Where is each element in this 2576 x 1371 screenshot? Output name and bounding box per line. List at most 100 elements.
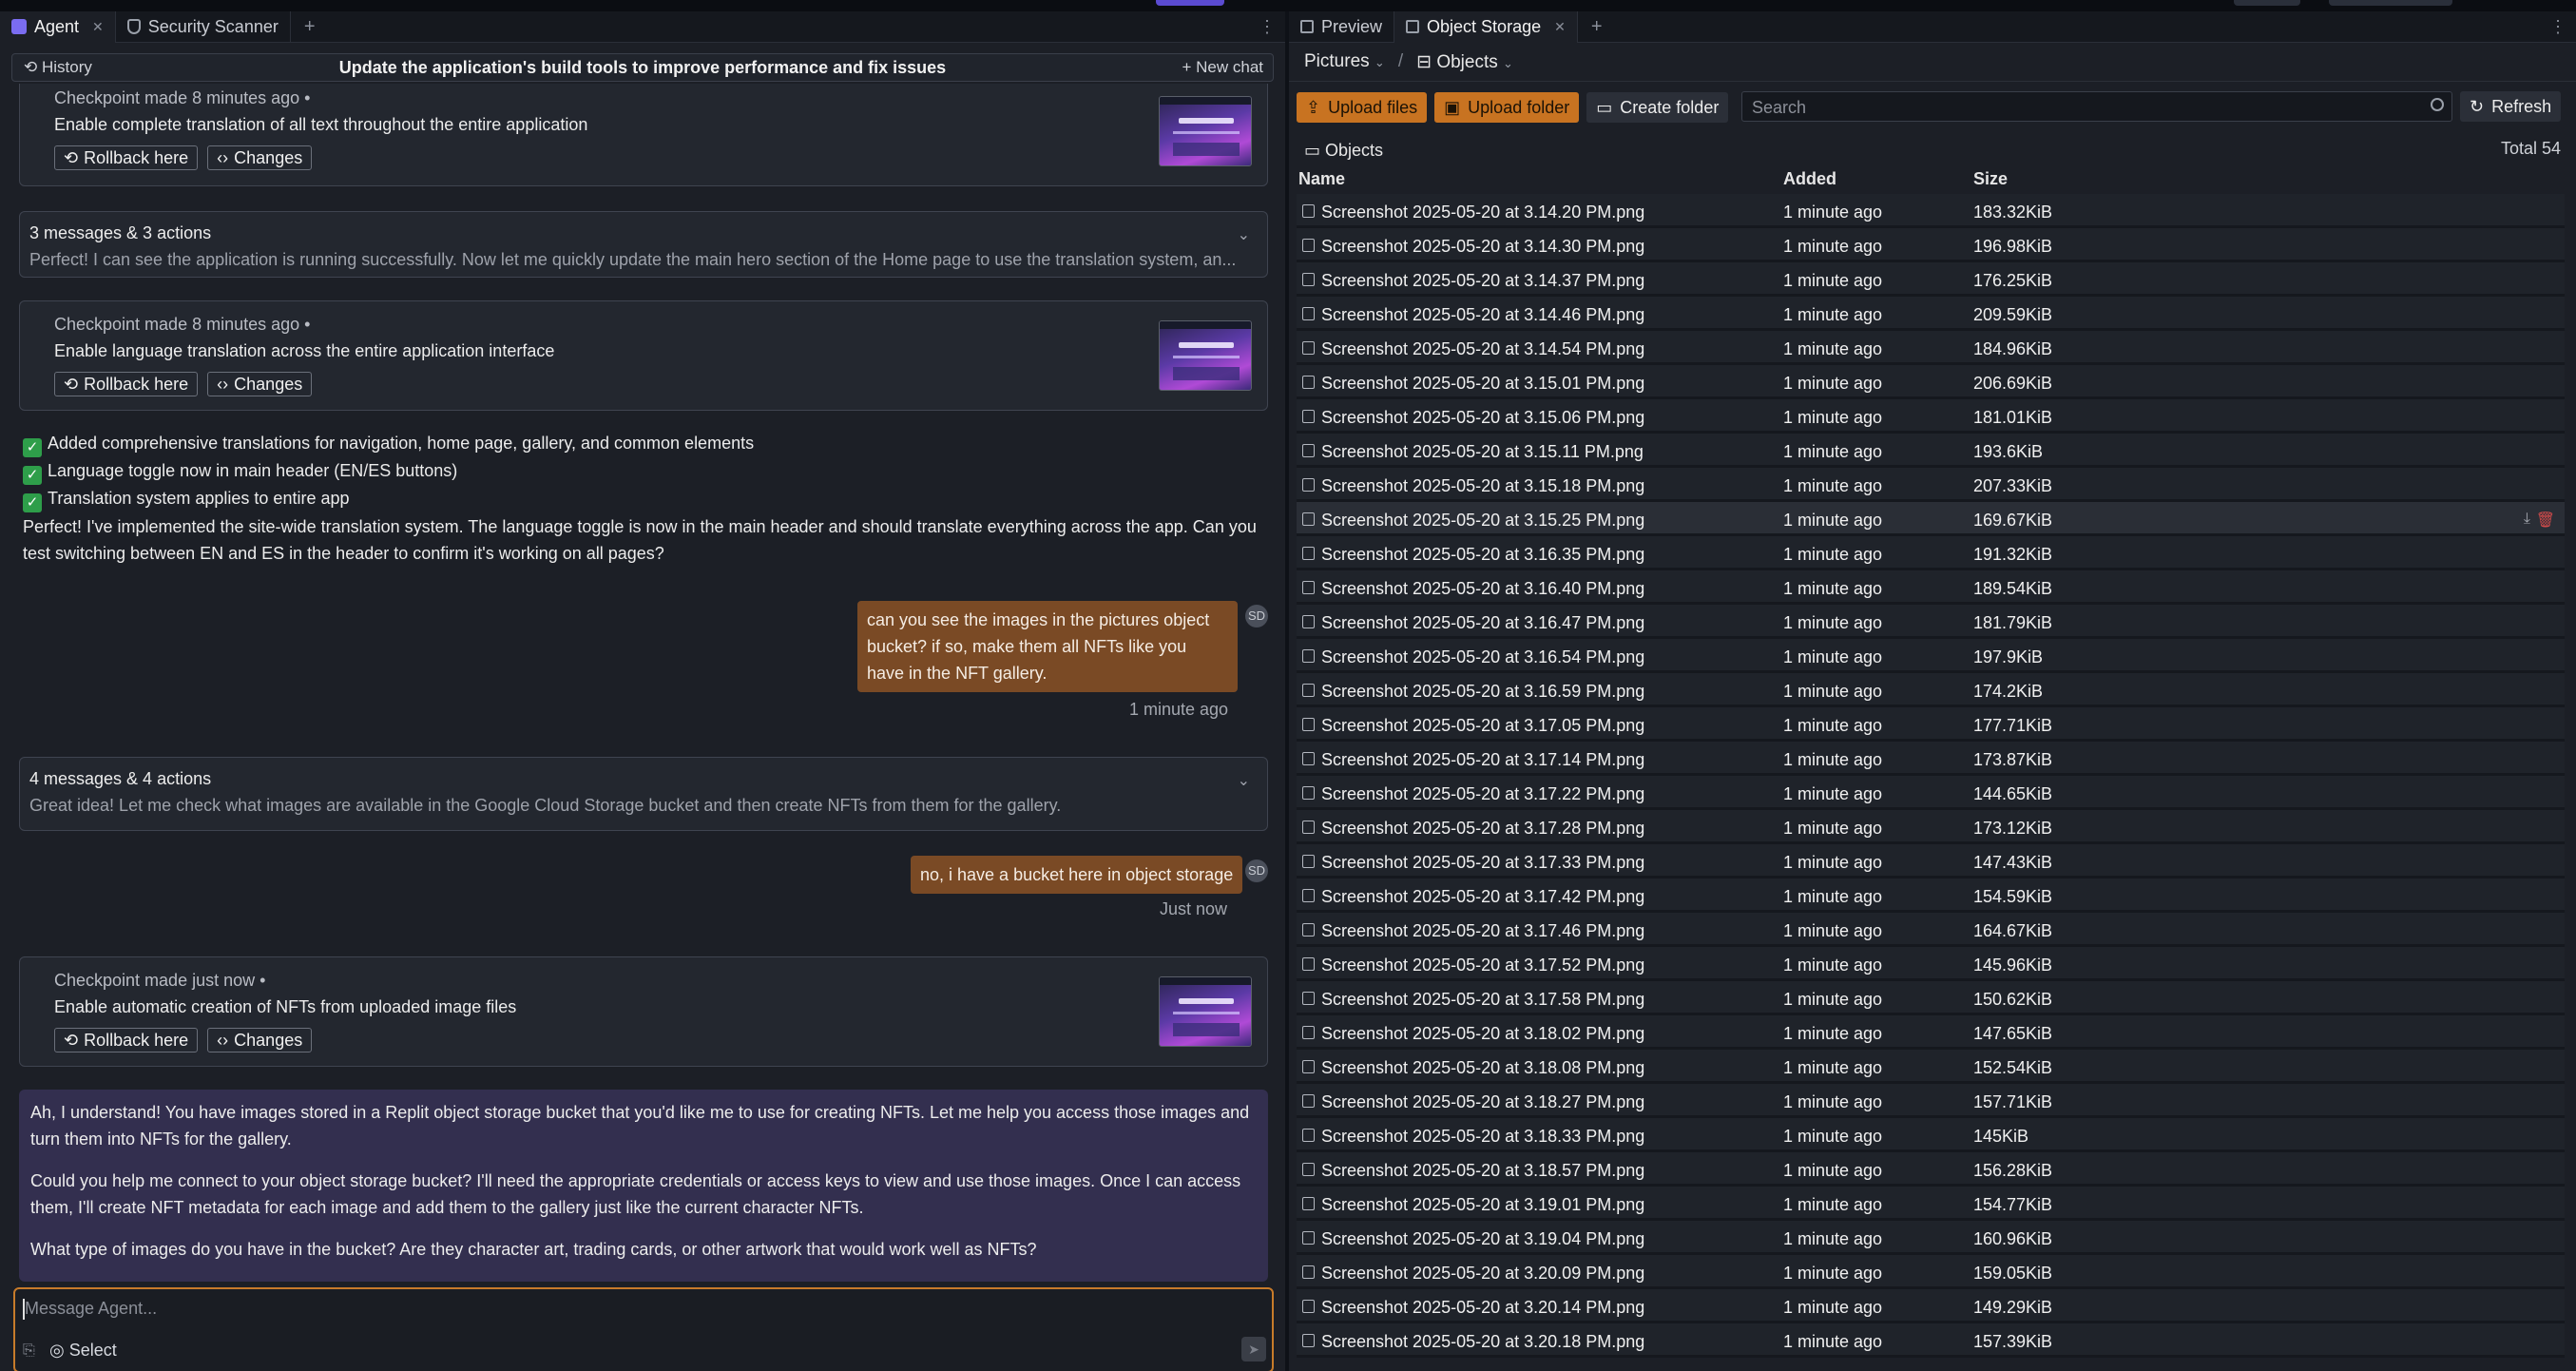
file-name[interactable]: Screenshot 2025-05-20 at 3.20.09 PM.png [1321,1264,1644,1284]
table-row[interactable]: Screenshot 2025-05-20 at 3.16.59 PM.png 1… [1297,673,2565,707]
chevron-down-icon[interactable]: ⌄ [1238,225,1250,244]
file-name[interactable]: Screenshot 2025-05-20 at 3.14.54 PM.png [1321,339,1644,359]
message-composer[interactable]: Message Agent... ⎘ ◎ Select ➤ [13,1287,1274,1371]
file-name[interactable]: Screenshot 2025-05-20 at 3.17.05 PM.png [1321,716,1644,736]
top-control[interactable] [2234,0,2300,6]
changes-button[interactable]: ‹› Changes [207,1028,313,1052]
chevron-down-icon[interactable]: ⌄ [1238,771,1250,790]
file-name[interactable]: Screenshot 2025-05-20 at 3.16.40 PM.png [1321,579,1644,599]
table-row[interactable]: Screenshot 2025-05-20 at 3.18.02 PM.png 1… [1297,1015,2565,1050]
table-row[interactable]: Screenshot 2025-05-20 at 3.15.18 PM.png 1… [1297,468,2565,502]
tab-agent[interactable]: Agent ✕ [0,10,116,43]
table-row[interactable]: Screenshot 2025-05-20 at 3.15.25 PM.png 1… [1297,502,2565,536]
table-row[interactable]: Screenshot 2025-05-20 at 3.17.52 PM.png 1… [1297,947,2565,981]
file-name[interactable]: Screenshot 2025-05-20 at 3.17.42 PM.png [1321,887,1644,907]
table-row[interactable]: Screenshot 2025-05-20 at 3.17.05 PM.png 1… [1297,707,2565,742]
tab-preview[interactable]: Preview [1289,10,1395,43]
file-name[interactable]: Screenshot 2025-05-20 at 3.18.02 PM.png [1321,1024,1644,1044]
table-row[interactable]: Screenshot 2025-05-20 at 3.15.11 PM.png 1… [1297,434,2565,468]
column-name[interactable]: Name [1298,169,1345,189]
table-row[interactable]: Screenshot 2025-05-20 at 3.14.46 PM.png 1… [1297,297,2565,331]
file-name[interactable]: Screenshot 2025-05-20 at 3.15.01 PM.png [1321,374,1644,394]
rollback-button[interactable]: ⟲ Rollback here [54,145,199,170]
top-control-2[interactable] [2329,0,2452,6]
file-name[interactable]: Screenshot 2025-05-20 at 3.16.54 PM.png [1321,647,1644,667]
file-name[interactable]: Screenshot 2025-05-20 at 3.14.30 PM.png [1321,237,1644,257]
table-row[interactable]: Screenshot 2025-05-20 at 3.15.01 PM.png 1… [1297,365,2565,399]
collapsed-actions[interactable]: 3 messages & 3 actions Perfect! I can se… [19,211,1268,278]
file-name[interactable]: Screenshot 2025-05-20 at 3.17.33 PM.png [1321,853,1644,873]
file-name[interactable]: Screenshot 2025-05-20 at 3.17.14 PM.png [1321,750,1644,770]
table-row[interactable]: Screenshot 2025-05-20 at 3.20.14 PM.png 1… [1297,1289,2565,1323]
table-row[interactable]: Screenshot 2025-05-20 at 3.17.22 PM.png 1… [1297,776,2565,810]
file-name[interactable]: Screenshot 2025-05-20 at 3.19.01 PM.png [1321,1195,1644,1215]
new-chat-button[interactable]: + New chat [1182,58,1263,77]
rollback-button[interactable]: ⟲ Rollback here [54,372,199,396]
send-icon[interactable]: ➤ [1241,1337,1266,1361]
table-row[interactable]: Screenshot 2025-05-20 at 3.19.01 PM.png 1… [1297,1187,2565,1221]
file-name[interactable]: Screenshot 2025-05-20 at 3.16.59 PM.png [1321,682,1644,702]
table-row[interactable]: Screenshot 2025-05-20 at 3.17.46 PM.png 1… [1297,913,2565,947]
table-row[interactable]: Screenshot 2025-05-20 at 3.20.18 PM.png 1… [1297,1323,2565,1358]
file-name[interactable]: Screenshot 2025-05-20 at 3.15.18 PM.png [1321,476,1644,496]
file-name[interactable]: Screenshot 2025-05-20 at 3.14.46 PM.png [1321,305,1644,325]
collapsed-actions[interactable]: 4 messages & 4 actions Great idea! Let m… [19,757,1268,831]
rollback-button[interactable]: ⟲ Rollback here [54,1028,199,1052]
more-icon[interactable]: ⋮ [1259,17,1276,37]
file-name[interactable]: Screenshot 2025-05-20 at 3.20.18 PM.png [1321,1332,1644,1352]
upload-files-button[interactable]: ⇪ Upload files [1297,92,1428,123]
changes-button[interactable]: ‹› Changes [207,145,313,170]
table-row[interactable]: Screenshot 2025-05-20 at 3.16.47 PM.png 1… [1297,605,2565,639]
file-name[interactable]: Screenshot 2025-05-20 at 3.15.06 PM.png [1321,408,1644,428]
file-name[interactable]: Screenshot 2025-05-20 at 3.18.08 PM.png [1321,1058,1644,1078]
file-name[interactable]: Screenshot 2025-05-20 at 3.18.57 PM.png [1321,1161,1644,1181]
chat-thread[interactable]: Checkpoint made 8 minutes ago • Enable c… [0,84,1285,1291]
add-tab-button[interactable]: + [1578,16,1616,38]
table-row[interactable]: Screenshot 2025-05-20 at 3.14.30 PM.png 1… [1297,228,2565,262]
close-icon[interactable]: ✕ [92,19,104,35]
bucket-select[interactable]: Pictures ⌄ [1304,51,1385,72]
file-name[interactable]: Screenshot 2025-05-20 at 3.14.37 PM.png [1321,271,1644,291]
download-icon[interactable]: ⤓ [2524,511,2530,528]
file-name[interactable]: Screenshot 2025-05-20 at 3.15.25 PM.png [1321,511,1644,531]
file-name[interactable]: Screenshot 2025-05-20 at 3.17.46 PM.png [1321,921,1644,941]
table-row[interactable]: Screenshot 2025-05-20 at 3.16.54 PM.png 1… [1297,639,2565,673]
table-row[interactable]: Screenshot 2025-05-20 at 3.17.58 PM.png 1… [1297,981,2565,1015]
table-row[interactable]: Screenshot 2025-05-20 at 3.19.04 PM.png 1… [1297,1221,2565,1255]
checkpoint-thumbnail[interactable] [1159,320,1252,391]
file-name[interactable]: Screenshot 2025-05-20 at 3.16.47 PM.png [1321,613,1644,633]
file-name[interactable]: Screenshot 2025-05-20 at 3.17.22 PM.png [1321,784,1644,804]
file-name[interactable]: Screenshot 2025-05-20 at 3.16.35 PM.png [1321,545,1644,565]
trash-icon[interactable]: 🗑 [2536,511,2555,530]
search-input[interactable]: Search [1741,91,2452,122]
table-row[interactable]: Screenshot 2025-05-20 at 3.16.40 PM.png 1… [1297,570,2565,605]
file-name[interactable]: Screenshot 2025-05-20 at 3.18.27 PM.png [1321,1092,1644,1112]
file-name[interactable]: Screenshot 2025-05-20 at 3.19.04 PM.png [1321,1229,1644,1249]
table-row[interactable]: Screenshot 2025-05-20 at 3.20.09 PM.png 1… [1297,1255,2565,1289]
file-name[interactable]: Screenshot 2025-05-20 at 3.17.28 PM.png [1321,819,1644,839]
table-row[interactable]: Screenshot 2025-05-20 at 3.17.14 PM.png 1… [1297,742,2565,776]
table-row[interactable]: Screenshot 2025-05-20 at 3.17.28 PM.png 1… [1297,810,2565,844]
tab-security-scanner[interactable]: Security Scanner [116,10,291,43]
file-name[interactable]: Screenshot 2025-05-20 at 3.18.33 PM.png [1321,1127,1644,1147]
message-input[interactable]: Message Agent... [25,1299,157,1319]
table-row[interactable]: Screenshot 2025-05-20 at 3.17.42 PM.png 1… [1297,879,2565,913]
refresh-button[interactable]: ↻ Refresh [2460,91,2562,122]
add-tab-button[interactable]: + [291,16,329,38]
column-size[interactable]: Size [1973,169,2008,189]
file-name[interactable]: Screenshot 2025-05-20 at 3.17.52 PM.png [1321,956,1644,975]
table-row[interactable]: Screenshot 2025-05-20 at 3.15.06 PM.png 1… [1297,399,2565,434]
table-row[interactable]: Screenshot 2025-05-20 at 3.14.37 PM.png 1… [1297,262,2565,297]
table-row[interactable]: Screenshot 2025-05-20 at 3.17.33 PM.png 1… [1297,844,2565,879]
table-row[interactable]: Screenshot 2025-05-20 at 3.18.57 PM.png 1… [1297,1152,2565,1187]
create-folder-button[interactable]: ▭ Create folder [1586,92,1729,123]
table-row[interactable]: Screenshot 2025-05-20 at 3.14.54 PM.png 1… [1297,331,2565,365]
checkpoint-thumbnail[interactable] [1159,976,1252,1047]
select-button[interactable]: ◎ Select [49,1341,117,1361]
table-row[interactable]: Screenshot 2025-05-20 at 3.16.35 PM.png 1… [1297,536,2565,570]
table-row[interactable]: Screenshot 2025-05-20 at 3.14.20 PM.png 1… [1297,194,2565,228]
close-icon[interactable]: ✕ [1554,19,1566,35]
more-icon[interactable]: ⋮ [2549,17,2566,37]
changes-button[interactable]: ‹› Changes [207,372,313,396]
table-row[interactable]: Screenshot 2025-05-20 at 3.18.27 PM.png 1… [1297,1084,2565,1118]
